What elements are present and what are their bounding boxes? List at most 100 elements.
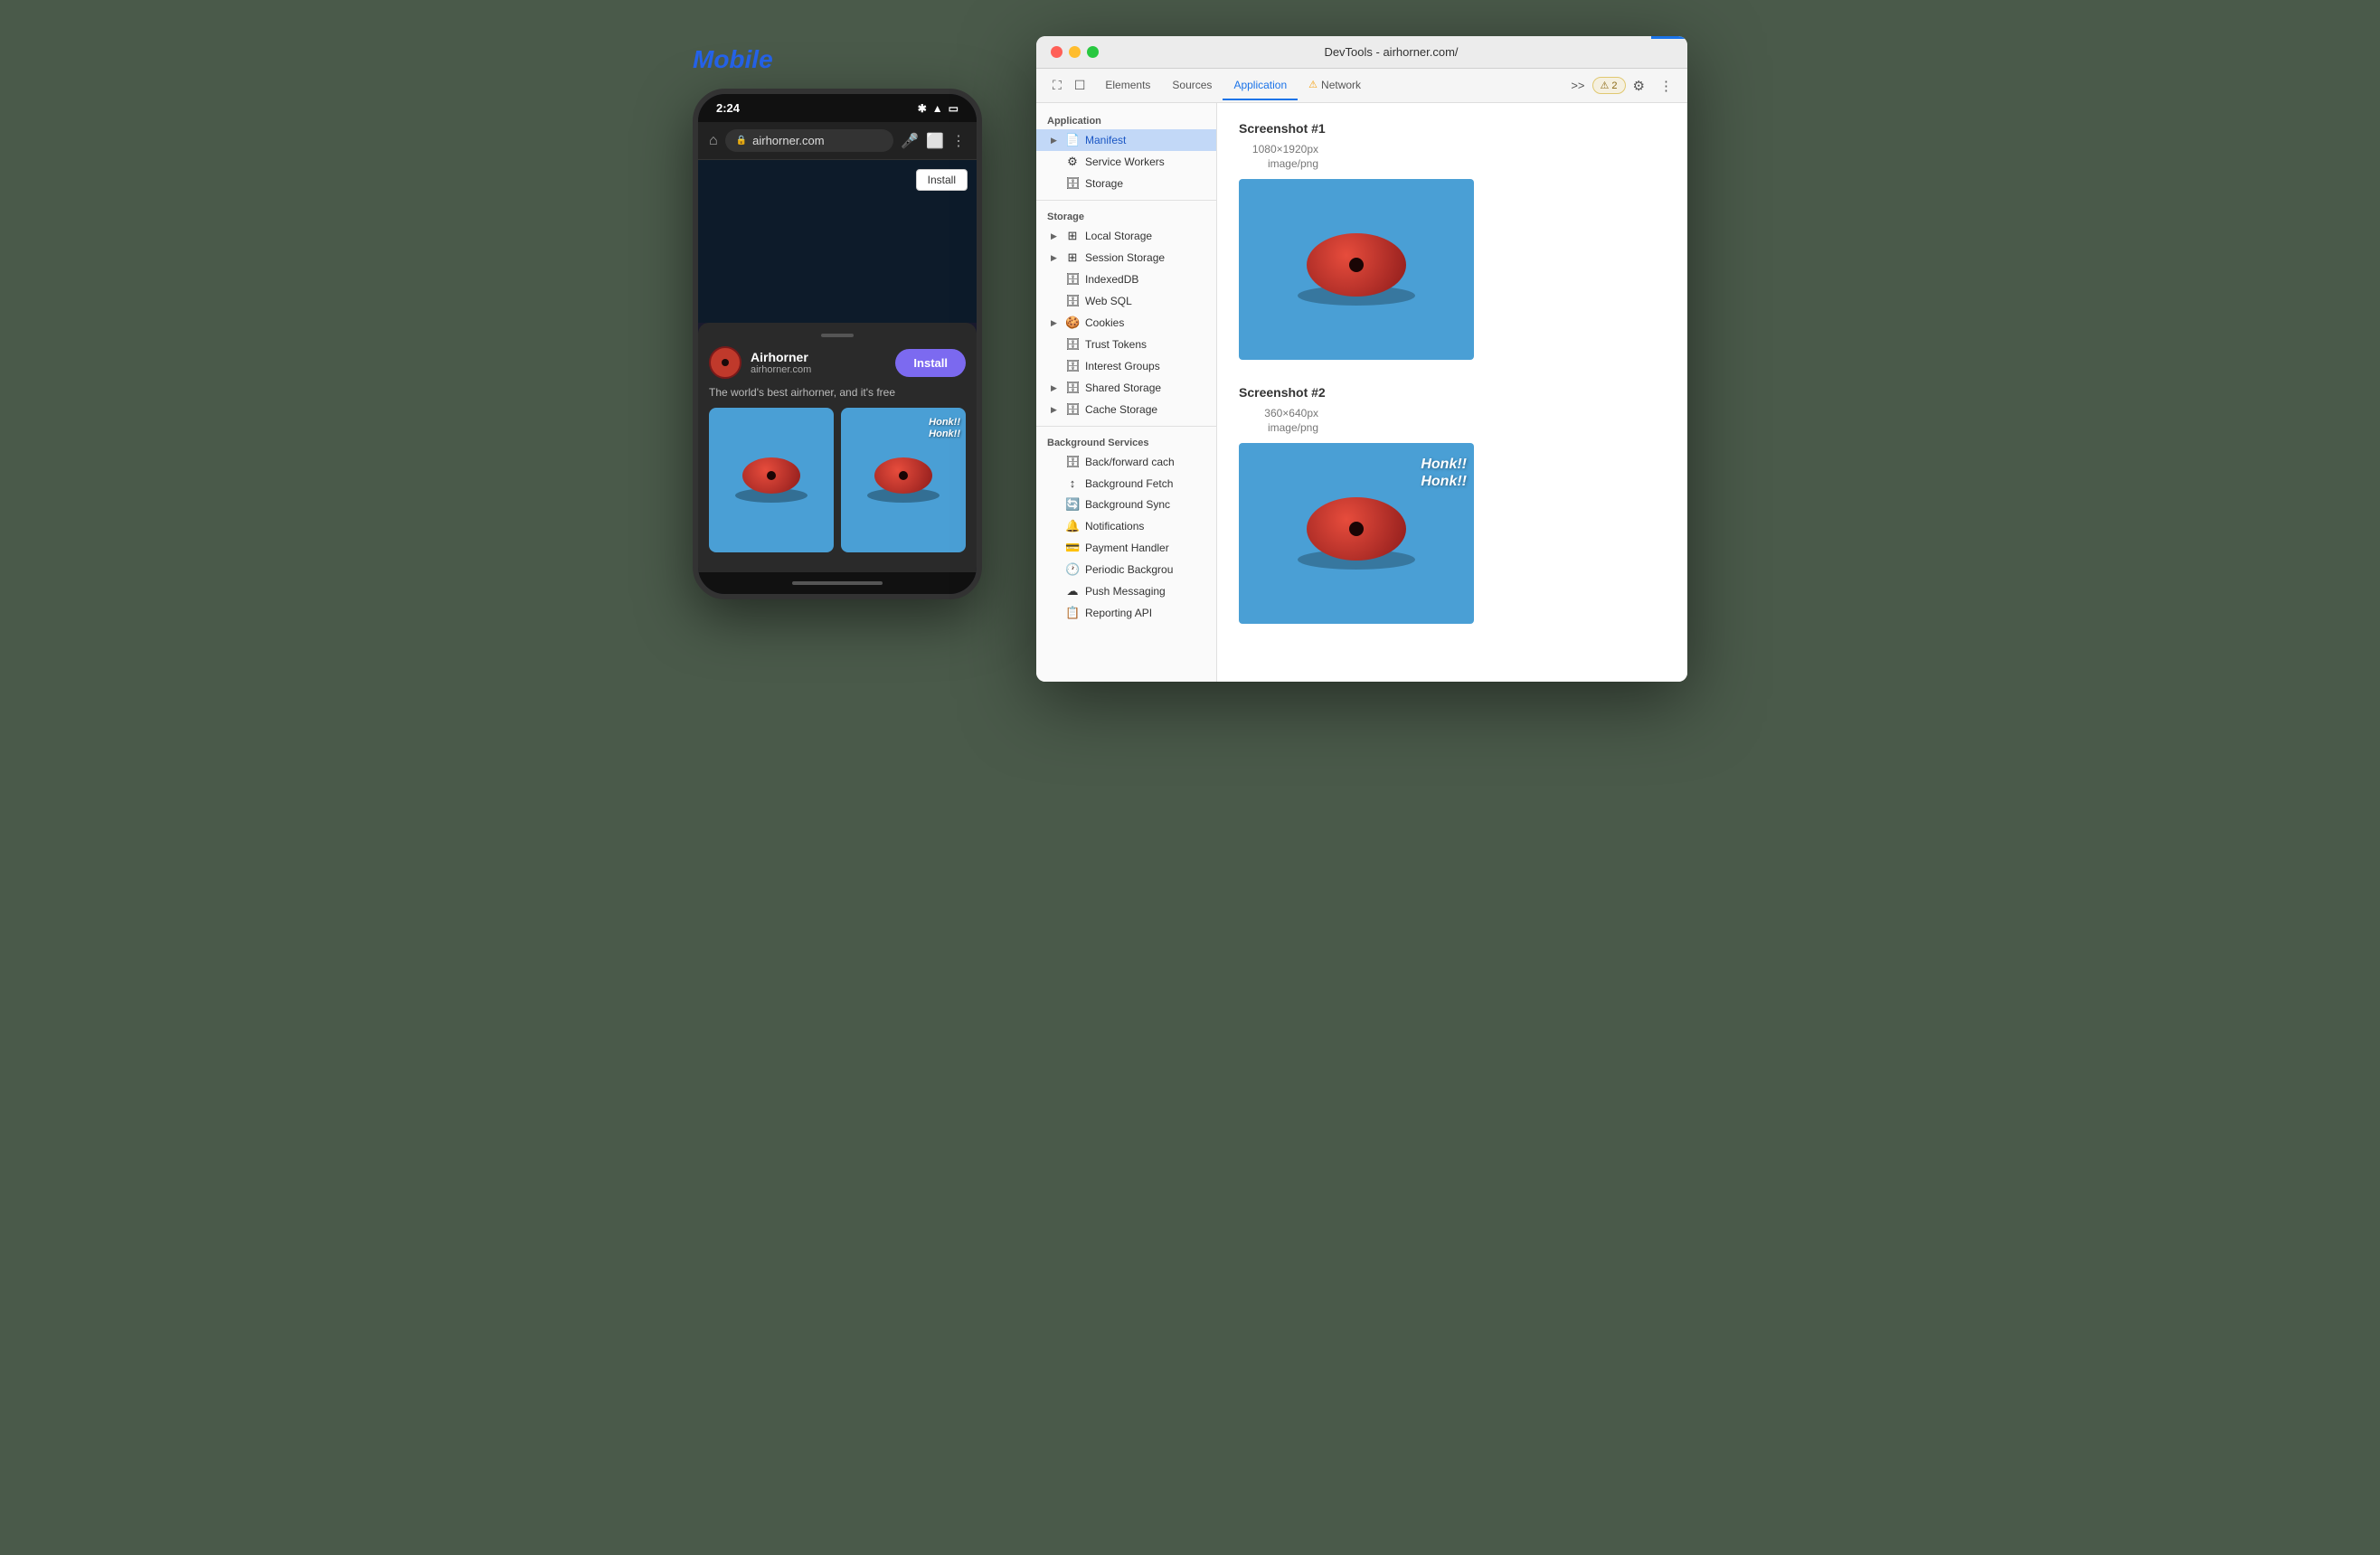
mic-icon[interactable]: 🎤	[901, 132, 919, 150]
menu-icon[interactable]: ⋮	[951, 132, 966, 150]
manifest-icon: 📄	[1065, 133, 1080, 147]
mobile-label: Mobile	[693, 45, 773, 74]
back-forward-icon: 🗄	[1065, 455, 1080, 469]
big-horn-body-2	[1307, 497, 1406, 561]
active-tab-stripe	[1651, 36, 1687, 39]
expand-arrow-shared: ▶	[1051, 383, 1060, 393]
sidebar-item-manifest[interactable]: ▶ 📄 Manifest	[1036, 129, 1216, 151]
sidebar-item-service-workers[interactable]: ⚙ Service Workers	[1036, 151, 1216, 173]
devtools-tab-icons: ⛶ ☐	[1044, 69, 1094, 102]
airhorn-1	[735, 457, 808, 503]
sidebar-item-cache-storage[interactable]: ▶ 🗄 Cache Storage	[1036, 399, 1216, 420]
shared-storage-label: Shared Storage	[1085, 382, 1161, 394]
app-icon	[709, 346, 741, 379]
bg-sync-label: Background Sync	[1085, 498, 1170, 511]
sheet-app-row: Airhorner airhorner.com Install	[709, 346, 966, 379]
url-text: airhorner.com	[752, 134, 824, 147]
big-airhorn-1	[1298, 233, 1415, 306]
service-workers-icon: ⚙	[1065, 155, 1080, 169]
tab-application[interactable]: Application	[1223, 71, 1298, 100]
manifest-label: Manifest	[1085, 134, 1126, 146]
url-bar[interactable]: 🔒 airhorner.com	[725, 129, 893, 152]
tab-icon[interactable]: ⬜	[926, 132, 944, 150]
screenshot-2-image: Honk!!Honk!!	[1239, 443, 1474, 624]
sidebar-item-bg-fetch[interactable]: ↕ Background Fetch	[1036, 473, 1216, 494]
sidebar-item-session-storage[interactable]: ▶ ⊞ Session Storage	[1036, 247, 1216, 269]
back-forward-label: Back/forward cach	[1085, 456, 1175, 468]
sidebar-item-storage[interactable]: 🗄 Storage	[1036, 173, 1216, 194]
divider-2	[1036, 426, 1216, 427]
tab-sources[interactable]: Sources	[1161, 71, 1223, 100]
install-button-sheet[interactable]: Install	[895, 349, 966, 377]
sidebar-item-shared-storage[interactable]: ▶ 🗄 Shared Storage	[1036, 377, 1216, 399]
phone-screenshot-1	[709, 408, 834, 552]
more-options-icon[interactable]: ⋮	[1652, 74, 1680, 98]
session-storage-label: Session Storage	[1085, 251, 1165, 264]
periodic-bg-label: Periodic Backgrou	[1085, 563, 1173, 576]
bluetooth-icon: ✱	[918, 102, 927, 115]
phone-screenshots: Honk!!Honk!!	[709, 408, 966, 561]
payment-handler-label: Payment Handler	[1085, 542, 1169, 554]
divider-1	[1036, 200, 1216, 201]
sidebar-section-bg-services: Background Services	[1036, 432, 1216, 451]
sidebar-item-push-messaging[interactable]: ☁ Push Messaging	[1036, 580, 1216, 602]
service-workers-label: Service Workers	[1085, 156, 1165, 168]
warning-icon: ⚠	[1308, 79, 1318, 90]
sidebar-item-bg-sync[interactable]: 🔄 Background Sync	[1036, 494, 1216, 515]
devtools-titlebar: DevTools - airhorner.com/	[1036, 36, 1687, 69]
sidebar-item-local-storage[interactable]: ▶ ⊞ Local Storage	[1036, 225, 1216, 247]
sidebar-item-back-forward[interactable]: 🗄 Back/forward cach	[1036, 451, 1216, 473]
more-tabs-button[interactable]: >>	[1563, 73, 1591, 98]
device-icon[interactable]: ☐	[1069, 74, 1091, 97]
indexeddb-label: IndexedDB	[1085, 273, 1138, 286]
inspect-icon[interactable]: ⛶	[1047, 74, 1067, 97]
sidebar-item-periodic-bg[interactable]: 🕐 Periodic Backgrou	[1036, 559, 1216, 580]
devtools-body: Application ▶ 📄 Manifest ⚙ Service Worke…	[1036, 103, 1687, 682]
phone-screenshot-2: Honk!!Honk!!	[841, 408, 966, 552]
sidebar-item-interest-groups[interactable]: 🗄 Interest Groups	[1036, 355, 1216, 377]
cookies-icon: 🍪	[1065, 316, 1080, 330]
horn-dot-2	[899, 471, 908, 480]
phone-home-indicator	[698, 572, 977, 594]
expand-arrow-cookies: ▶	[1051, 318, 1060, 328]
push-messaging-label: Push Messaging	[1085, 585, 1166, 598]
traffic-lights	[1051, 46, 1099, 58]
interest-groups-icon: 🗄	[1065, 359, 1080, 373]
sheet-handle	[821, 334, 854, 337]
minimize-button[interactable]	[1069, 46, 1081, 58]
shared-storage-icon: 🗄	[1065, 381, 1080, 395]
warning-badge[interactable]: ⚠ 2	[1592, 77, 1626, 94]
reporting-api-icon: 📋	[1065, 606, 1080, 620]
sidebar-item-indexeddb[interactable]: 🗄 IndexedDB	[1036, 269, 1216, 290]
devtools-title: DevTools - airhorner.com/	[1110, 45, 1673, 59]
battery-icon: ▭	[949, 102, 959, 115]
horn-dot-1	[767, 471, 776, 480]
tab-elements[interactable]: Elements	[1094, 71, 1161, 100]
websql-icon: 🗄	[1065, 294, 1080, 308]
push-messaging-icon: ☁	[1065, 584, 1080, 598]
cache-storage-label: Cache Storage	[1085, 403, 1157, 416]
sidebar-item-cookies[interactable]: ▶ 🍪 Cookies	[1036, 312, 1216, 334]
tab-network[interactable]: ⚠ Network	[1298, 71, 1372, 100]
sidebar-item-reporting-api[interactable]: 📋 Reporting API	[1036, 602, 1216, 624]
bottom-sheet: Airhorner airhorner.com Install The worl…	[698, 323, 977, 572]
bg-fetch-icon: ↕	[1065, 476, 1080, 490]
sidebar-section-application: Application	[1036, 110, 1216, 129]
sidebar-item-payment-handler[interactable]: 💳 Payment Handler	[1036, 537, 1216, 559]
sidebar-item-websql[interactable]: 🗄 Web SQL	[1036, 290, 1216, 312]
maximize-button[interactable]	[1087, 46, 1099, 58]
devtools-tabs: ⛶ ☐ Elements Sources Application ⚠ Netwo…	[1036, 69, 1687, 103]
settings-icon[interactable]: ⚙	[1626, 74, 1652, 98]
home-icon[interactable]: ⌂	[709, 133, 718, 149]
interest-groups-label: Interest Groups	[1085, 360, 1160, 372]
expand-arrow-ls: ▶	[1051, 231, 1060, 241]
devtools-window: DevTools - airhorner.com/ ⛶ ☐ Elements S…	[1036, 36, 1687, 682]
notifications-label: Notifications	[1085, 520, 1144, 532]
install-button-top[interactable]: Install	[916, 169, 968, 191]
screenshot-2-type-label: image/png	[1239, 421, 1329, 434]
local-storage-icon: ⊞	[1065, 229, 1080, 243]
sidebar-item-trust-tokens[interactable]: 🗄 Trust Tokens	[1036, 334, 1216, 355]
notifications-icon: 🔔	[1065, 519, 1080, 533]
sidebar-item-notifications[interactable]: 🔔 Notifications	[1036, 515, 1216, 537]
close-button[interactable]	[1051, 46, 1062, 58]
